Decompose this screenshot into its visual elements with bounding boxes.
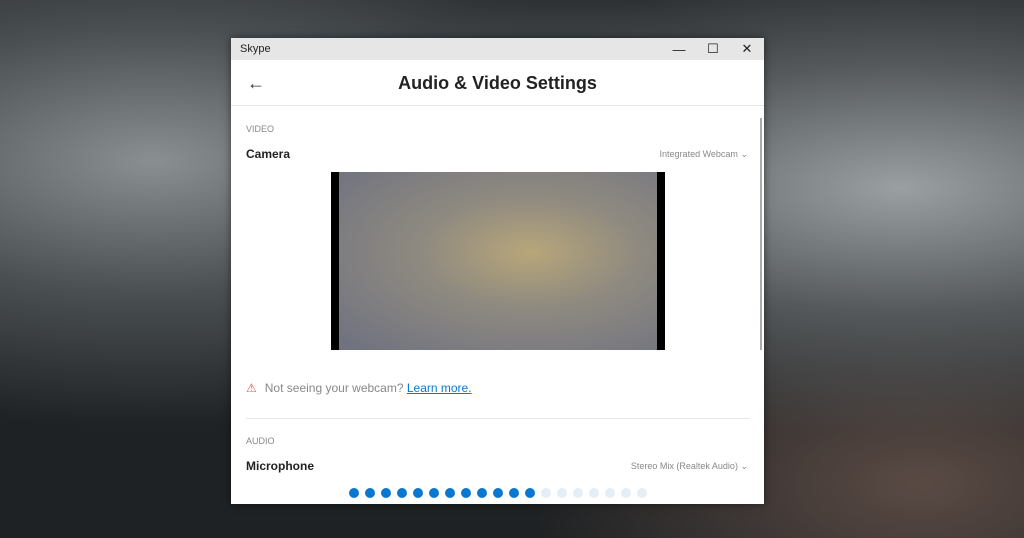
chevron-down-icon: ⌄ bbox=[740, 149, 748, 159]
mic-level-dot bbox=[477, 488, 487, 498]
mic-level-dot bbox=[589, 488, 599, 498]
mic-level-dot bbox=[637, 488, 647, 498]
microphone-label: Microphone bbox=[246, 459, 314, 473]
mic-level-dot bbox=[397, 488, 407, 498]
mic-level-dot bbox=[461, 488, 471, 498]
learn-more-link[interactable]: Learn more. bbox=[407, 381, 472, 395]
webcam-preview bbox=[331, 172, 665, 350]
microphone-dropdown[interactable]: Stereo Mix (Realtek Audio) ⌄ bbox=[631, 461, 748, 472]
scrollbar[interactable] bbox=[760, 118, 762, 350]
mic-level-dot bbox=[413, 488, 423, 498]
title-bar: Skype — ☐ ✕ bbox=[231, 38, 764, 60]
mic-level-dot bbox=[605, 488, 615, 498]
page-header: ← Audio & Video Settings bbox=[231, 60, 764, 106]
mic-level-dot bbox=[445, 488, 455, 498]
section-divider bbox=[246, 418, 749, 419]
skype-window: Skype — ☐ ✕ ← Audio & Video Settings VID… bbox=[231, 38, 764, 504]
microphone-value: Stereo Mix (Realtek Audio) bbox=[630, 461, 738, 471]
audio-section-heading: AUDIO bbox=[246, 436, 275, 446]
maximize-button[interactable]: ☐ bbox=[696, 38, 730, 60]
page-title: Audio & Video Settings bbox=[398, 73, 597, 93]
mic-level-dot bbox=[509, 488, 519, 498]
window-title: Skype bbox=[240, 43, 271, 55]
mic-level-dot bbox=[573, 488, 583, 498]
close-button[interactable]: ✕ bbox=[730, 38, 764, 60]
video-section-heading: VIDEO bbox=[246, 124, 275, 134]
mic-level-meter bbox=[349, 488, 647, 498]
mic-level-dot bbox=[381, 488, 391, 498]
mic-level-dot bbox=[541, 488, 551, 498]
webcam-warning: ⚠ Not seeing your webcam? Learn more. bbox=[246, 381, 472, 395]
camera-dropdown[interactable]: Integrated Webcam ⌄ bbox=[660, 149, 748, 160]
warning-icon: ⚠ bbox=[246, 381, 257, 395]
warning-text: Not seeing your webcam? bbox=[264, 381, 404, 395]
chevron-down-icon: ⌄ bbox=[740, 461, 748, 471]
mic-level-dot bbox=[349, 488, 359, 498]
mic-level-dot bbox=[493, 488, 503, 498]
mic-level-dot bbox=[621, 488, 631, 498]
camera-value: Integrated Webcam bbox=[659, 149, 738, 159]
minimize-button[interactable]: — bbox=[662, 38, 696, 60]
mic-level-dot bbox=[525, 488, 535, 498]
camera-label: Camera bbox=[246, 147, 291, 161]
back-arrow-icon[interactable]: ← bbox=[247, 60, 265, 106]
mic-level-dot bbox=[365, 488, 375, 498]
mic-level-dot bbox=[429, 488, 439, 498]
mic-level-dot bbox=[557, 488, 567, 498]
